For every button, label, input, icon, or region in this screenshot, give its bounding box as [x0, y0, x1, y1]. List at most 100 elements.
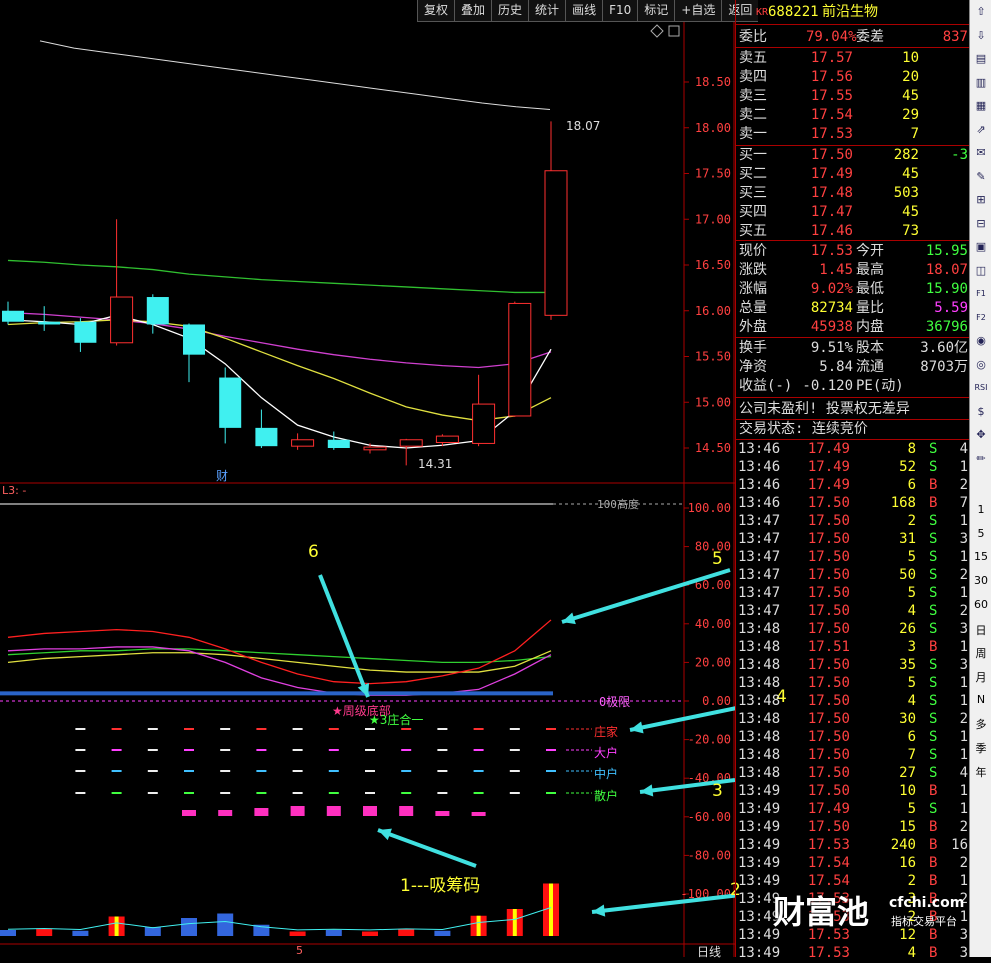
period-tab-11[interactable]: 年: [970, 764, 991, 780]
tick-vol: 5: [907, 675, 916, 691]
low-price-label: 14.31: [418, 457, 453, 471]
period-tab-3[interactable]: 30: [970, 574, 991, 587]
volume-bar: [217, 913, 234, 936]
volume-highlight: [476, 915, 481, 936]
period-tab-5[interactable]: 日: [970, 622, 991, 638]
zero-limit-label: 0极限: [599, 695, 631, 709]
tick-vol: 27: [899, 765, 916, 781]
tick-side: S: [929, 693, 938, 709]
tick-time: 13:46: [738, 441, 781, 457]
draw-icon[interactable]: ✎: [973, 169, 989, 185]
table-icon[interactable]: ▥: [973, 75, 989, 91]
tick-time: 13:48: [738, 639, 781, 655]
mail-icon[interactable]: ✉: [973, 145, 989, 161]
ask-label: 卖二: [739, 107, 767, 123]
right-toolbar: ⇧ ⇩ ▤ ▥ ▦ ⇗ ✉ ✎ ⊞ ⊟ ▣ ◫ F1 F2 ◉ ◎ RSI $ ✥ ✏ 1 5 15 30 60 日周月 N 多季年: [969, 0, 991, 957]
pencil-icon[interactable]: ✏: [973, 451, 989, 467]
tick-row: 13:46 17.50 168 B 7: [736, 494, 970, 513]
cai-marker[interactable]: 财: [216, 467, 228, 484]
ask-row: 卖五 17.57 10: [736, 49, 970, 68]
ma-top-line: [39, 40, 551, 110]
tick-price: 17.50: [807, 729, 850, 745]
tick-row: 13:47 17.50 31 S 3: [736, 530, 970, 549]
list-icon[interactable]: ▤: [973, 51, 989, 67]
tick-count: 1: [959, 513, 968, 529]
quote-value2: 36796: [925, 319, 968, 335]
volume-highlight: [549, 883, 553, 936]
f1-icon[interactable]: F1: [973, 286, 989, 302]
toolbar-btn-0[interactable]: 复权: [417, 0, 455, 22]
tick-price: 17.49: [807, 801, 850, 817]
tick-time: 13:48: [738, 711, 781, 727]
ind-ytick-label: -80.00: [688, 848, 731, 862]
toolbar-btn-1[interactable]: 叠加: [454, 0, 492, 22]
finance-value: 5.84: [819, 359, 853, 375]
tick-count: 3: [959, 657, 968, 673]
remove-icon[interactable]: ⊟: [973, 216, 989, 232]
toolbar-btn-3[interactable]: 统计: [528, 0, 566, 22]
toolbar-btn-4[interactable]: 画线: [565, 0, 603, 22]
quote-value: 45938: [810, 319, 853, 335]
signal-merge: ★3庄合一: [369, 713, 424, 727]
toolbar-btn-7[interactable]: +自选: [674, 0, 722, 22]
main-ytick-label: 18.00: [695, 121, 731, 135]
toolbar-btn-6[interactable]: 标记: [637, 0, 675, 22]
rsi-icon[interactable]: RSI: [973, 380, 989, 396]
absorb-bar: [290, 806, 305, 816]
tick-price: 17.50: [807, 675, 850, 691]
tick-vol: 8: [907, 441, 916, 457]
tick-price: 17.49: [807, 441, 850, 457]
period-tab-8[interactable]: N: [970, 693, 991, 706]
period-tab-10[interactable]: 季: [970, 740, 991, 756]
quote-label: 外盘: [739, 319, 767, 335]
tick-row: 13:48 17.50 5 S 1: [736, 674, 970, 693]
down-arrow-icon[interactable]: ⇩: [973, 28, 989, 44]
tick-vol: 5: [907, 549, 916, 565]
stock-header: KR 688221 前沿生物: [736, 3, 970, 22]
box-icon[interactable]: ▣: [973, 239, 989, 255]
market-tag: KR: [756, 7, 769, 18]
volume-bar: [289, 931, 306, 936]
period-tab-4[interactable]: 60: [970, 598, 991, 611]
bid-row: 买一 17.50 282 -3: [736, 146, 970, 165]
trend-icon[interactable]: ⇗: [973, 122, 989, 138]
bid-vol: 45: [902, 166, 919, 182]
period-tab-7[interactable]: 月: [970, 669, 991, 685]
annotation-3: 3: [712, 781, 723, 801]
tick-time: 13:47: [738, 549, 781, 565]
volume-bar: [325, 930, 342, 936]
quote-row: 外盘 45938 内盘 36796: [736, 318, 970, 337]
candle-body: [110, 296, 134, 344]
radio-icon[interactable]: ◎: [973, 357, 989, 373]
main-ytick-label: 16.00: [695, 304, 731, 318]
tick-count: 3: [959, 621, 968, 637]
quote-value2: 5.59: [934, 300, 968, 316]
dollar-icon[interactable]: $: [973, 404, 989, 420]
volume-ma-line: [7, 907, 552, 931]
finance-row: 收益(-) -0.120 PE(动): [736, 377, 970, 396]
period-tab-0[interactable]: 1: [970, 503, 991, 516]
grid-icon[interactable]: ▦: [973, 98, 989, 114]
main-ytick-label: 18.50: [695, 75, 731, 89]
finance-label: 换手: [739, 340, 767, 356]
period-tab-6[interactable]: 周: [970, 645, 991, 661]
absorb-bar: [254, 808, 269, 816]
finance-label: 净资: [739, 359, 767, 375]
period-tab-9[interactable]: 多: [970, 716, 991, 732]
bid-row: 买三 17.48 503: [736, 184, 970, 203]
up-arrow-icon[interactable]: ⇧: [973, 4, 989, 20]
ask-price: 17.55: [810, 88, 853, 104]
window-icon[interactable]: ◫: [973, 263, 989, 279]
f2-icon[interactable]: F2: [973, 310, 989, 326]
period-tab-1[interactable]: 5: [970, 527, 991, 540]
kline-chart[interactable]: 18.50 18.00 17.50 17.00 16.50 16.00 15.50 15.00…: [0, 0, 735, 957]
target-icon[interactable]: ◉: [973, 333, 989, 349]
toolbar-btn-2[interactable]: 历史: [491, 0, 529, 22]
period-tab-2[interactable]: 15: [970, 550, 991, 563]
add-icon[interactable]: ⊞: [973, 192, 989, 208]
toolbar-btn-5[interactable]: F10: [602, 0, 638, 22]
bid-row: 买五 17.46 73: [736, 222, 970, 241]
move-icon[interactable]: ✥: [973, 427, 989, 443]
quote-value: 17.53: [810, 243, 853, 259]
absorb-bar: [399, 806, 414, 816]
